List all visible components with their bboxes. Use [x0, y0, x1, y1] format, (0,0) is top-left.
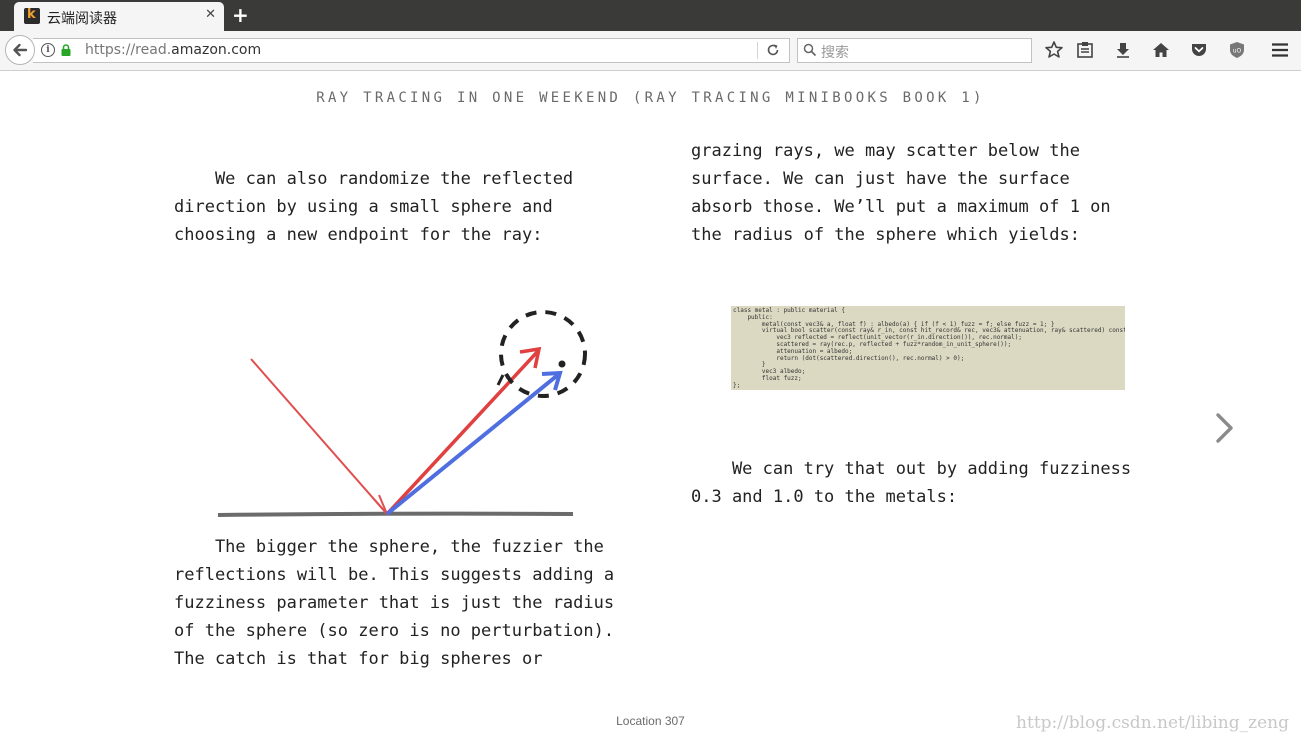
back-button[interactable] [5, 35, 35, 65]
reading-list-icon[interactable] [1075, 40, 1095, 60]
svg-text:uO: uO [1233, 48, 1242, 55]
tab-title: 云端阅读器 [47, 11, 117, 27]
reload-icon[interactable] [765, 42, 781, 58]
code-line: }; [733, 381, 741, 389]
browser-tab[interactable]: 云端阅读器 ✕ [14, 2, 224, 31]
download-icon[interactable] [1113, 40, 1133, 60]
kindle-favicon-icon [24, 7, 40, 24]
chevron-right-icon[interactable] [1210, 410, 1238, 446]
code-listing-image: class metal : public material { public: … [731, 306, 1125, 390]
tab-close-button[interactable]: ✕ [205, 7, 216, 22]
url-separator [757, 42, 758, 59]
menu-icon[interactable] [1270, 40, 1290, 60]
code-line: return (dot(scattered.direction(), rec.n… [733, 354, 965, 362]
pocket-icon[interactable] [1189, 40, 1209, 60]
col2-paragraph-2: We can try that out by adding fuzziness … [691, 459, 1132, 507]
code-line: float fuzz; [733, 375, 802, 382]
watermark: http://blog.csdn.net/libing_zeng [1016, 713, 1289, 733]
url-bar[interactable]: i https://read.amazon.com [33, 38, 790, 63]
url-scheme: https://read. [85, 42, 172, 58]
col1-paragraph-2: The bigger the sphere, the fuzzier the r… [174, 537, 615, 669]
search-placeholder: 搜索 [821, 45, 849, 61]
tab-strip: 云端阅读器 ✕ + [0, 0, 1301, 31]
col1-paragraph-1: We can also randomize the reflected dire… [174, 169, 574, 245]
back-arrow-icon [13, 43, 28, 57]
url-domain: amazon.com [171, 42, 262, 58]
search-icon [803, 43, 817, 57]
search-bar[interactable]: 搜索 [797, 38, 1032, 63]
book-title: RAY TRACING IN ONE WEEKEND (RAY TRACING … [316, 90, 985, 106]
new-tab-button[interactable]: + [232, 3, 249, 27]
url-text[interactable]: https://read.amazon.com [85, 42, 261, 58]
col2-paragraph-1: grazing rays, we may scatter below the s… [691, 141, 1111, 245]
ray-reflection-figure [217, 310, 587, 517]
home-icon[interactable] [1151, 40, 1171, 60]
info-icon[interactable]: i [41, 43, 55, 57]
ublock-icon[interactable]: uO [1227, 40, 1247, 60]
navigation-toolbar: i https://read.amazon.com 搜索 uO [0, 31, 1301, 71]
star-icon[interactable] [1044, 40, 1064, 60]
lock-icon[interactable] [61, 44, 71, 56]
